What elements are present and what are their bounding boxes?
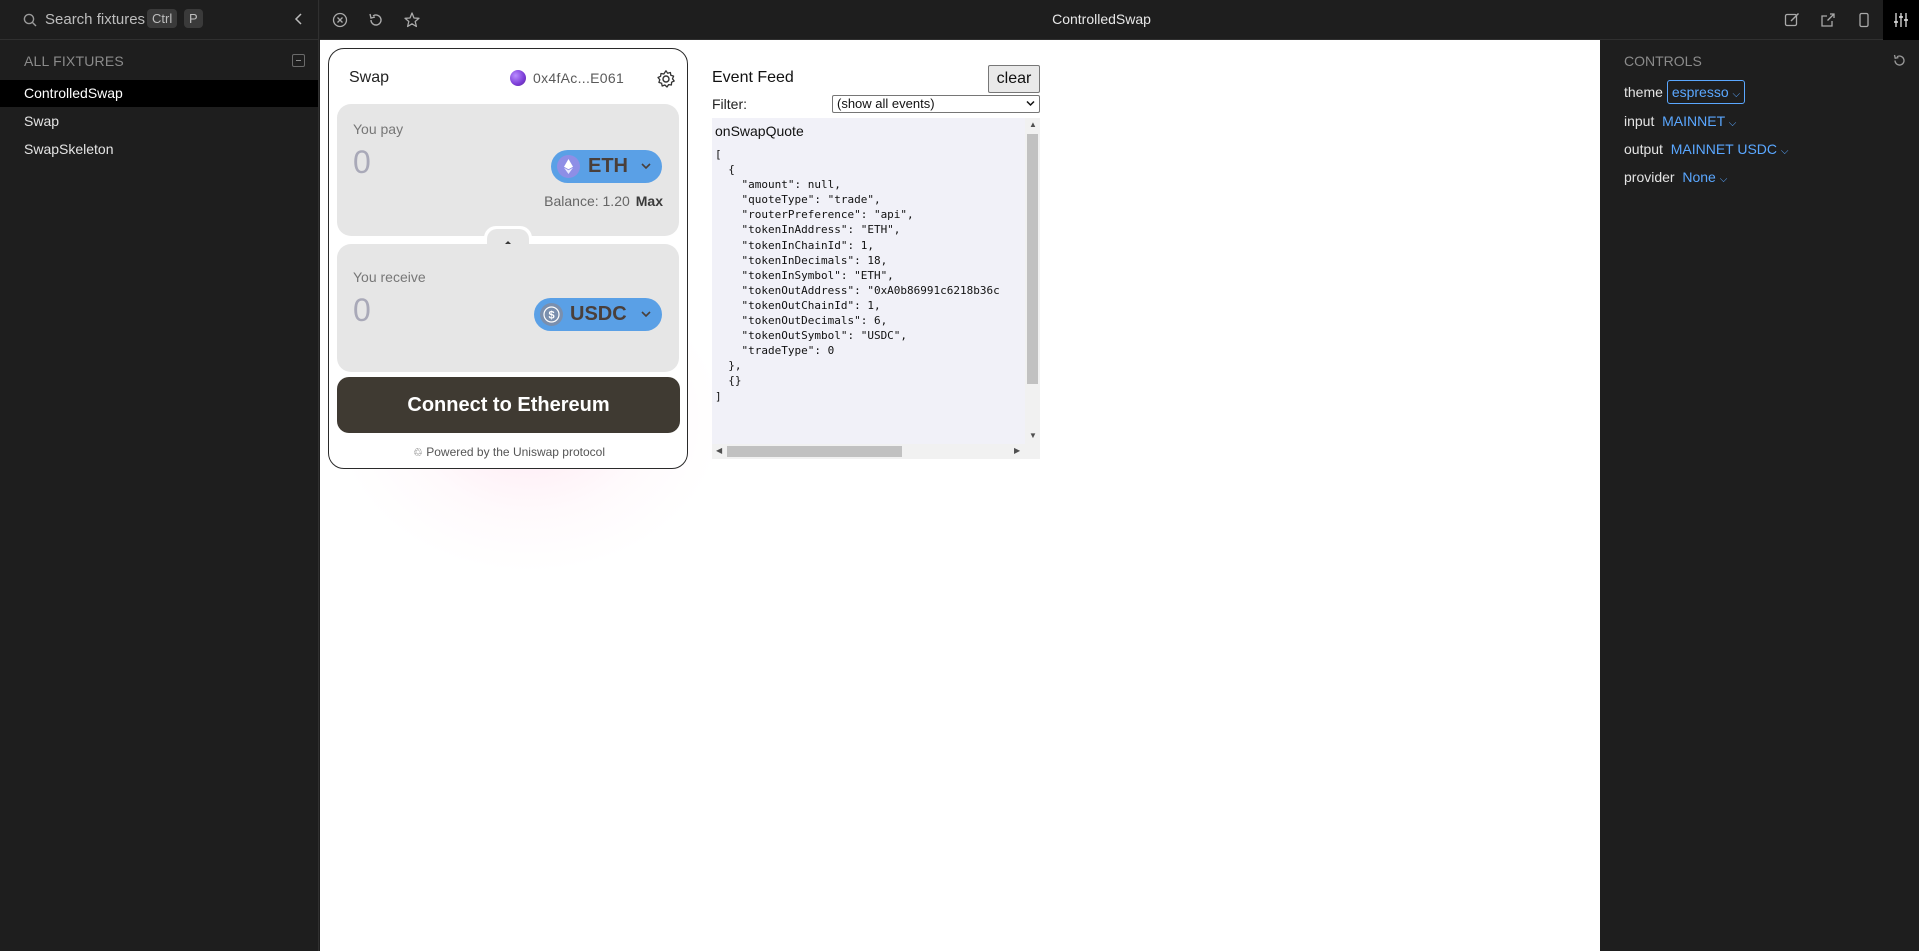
swap-title: Swap bbox=[349, 69, 390, 86]
vertical-scrollbar[interactable]: ▲ ▼ bbox=[1025, 118, 1040, 459]
wallet-avatar[interactable] bbox=[510, 70, 526, 86]
clear-events-button[interactable]: clear bbox=[988, 65, 1040, 93]
event-log[interactable]: onSwapQuote [ { "amount": null, "quoteTy… bbox=[712, 118, 1040, 459]
pay-panel: You pay 0 ETH Balance: 1.20 Max bbox=[337, 104, 679, 236]
preview-canvas: Swap 0x4fAc...E061 You pay 0 ETH Balance… bbox=[320, 40, 1600, 951]
pay-amount-input[interactable]: 0 bbox=[353, 144, 371, 181]
control-theme: theme espresso ⌵ bbox=[1624, 80, 1746, 104]
powered-by-label: Powered by the Uniswap protocol bbox=[426, 445, 605, 459]
svg-text:$: $ bbox=[548, 310, 554, 322]
control-theme-label: theme bbox=[1624, 84, 1663, 100]
shortcut-key-ctrl: Ctrl bbox=[147, 9, 178, 28]
scroll-up-icon[interactable]: ▲ bbox=[1029, 120, 1037, 129]
connect-wallet-button[interactable]: Connect to Ethereum bbox=[337, 377, 680, 433]
chevron-down-icon bbox=[641, 163, 651, 170]
filter-label: Filter: bbox=[712, 96, 747, 112]
control-theme-value: espresso bbox=[1671, 84, 1729, 100]
fixture-item-swapskeleton[interactable]: SwapSkeleton bbox=[0, 136, 318, 163]
edit-icon[interactable] bbox=[1783, 11, 1801, 29]
balance-text: Balance: 1.20 bbox=[544, 193, 630, 209]
controls-panel: CONTROLS theme espresso ⌵ input MAINNET … bbox=[1600, 40, 1919, 951]
all-fixtures-heading: ALL FIXTURES bbox=[24, 53, 124, 69]
open-external-icon[interactable] bbox=[1819, 11, 1837, 29]
receive-token-select[interactable]: $ USDC bbox=[534, 298, 662, 331]
eth-logo-icon bbox=[557, 155, 580, 178]
swap-widget: Swap 0x4fAc...E061 You pay 0 ETH Balance… bbox=[328, 48, 688, 469]
max-button[interactable]: Max bbox=[636, 193, 663, 209]
chevron-down-icon: ⌵ bbox=[1780, 146, 1789, 157]
balance-row: Balance: 1.20 Max bbox=[544, 193, 663, 209]
receive-token-symbol: USDC bbox=[570, 303, 627, 325]
control-output-value: MAINNET USDC bbox=[1670, 141, 1778, 157]
control-provider-label: provider bbox=[1624, 169, 1675, 185]
event-name: onSwapQuote bbox=[715, 123, 804, 139]
renderer-topbar: ControlledSwap bbox=[320, 0, 1919, 40]
scroll-down-icon[interactable]: ▼ bbox=[1029, 431, 1037, 440]
powered-by-text[interactable]: ♲ Powered by the Uniswap protocol bbox=[329, 445, 689, 459]
chevron-down-icon: ⌵ bbox=[1732, 89, 1741, 100]
receive-label: You receive bbox=[353, 269, 426, 285]
responsive-preview-icon[interactable] bbox=[1855, 11, 1873, 29]
uniswap-logo-icon: ♲ bbox=[413, 447, 423, 459]
chevron-down-icon bbox=[1026, 100, 1035, 107]
control-output-select[interactable]: MAINNET USDC ⌵ bbox=[1671, 141, 1789, 157]
reset-controls-icon[interactable] bbox=[1892, 53, 1907, 68]
scroll-right-icon[interactable]: ▶ bbox=[1014, 446, 1020, 455]
control-theme-select[interactable]: espresso ⌵ bbox=[1666, 80, 1746, 104]
search-placeholder[interactable]: Search fixtures bbox=[45, 11, 145, 28]
event-filter-value: (show all events) bbox=[837, 96, 935, 111]
scroll-left-icon[interactable]: ◀ bbox=[716, 446, 722, 455]
fixtures-sidebar: Search fixtures Ctrl P ALL FIXTURES Cont… bbox=[0, 0, 319, 951]
control-output: output MAINNET USDC ⌵ bbox=[1624, 141, 1789, 157]
toggle-controls-button[interactable] bbox=[1883, 0, 1919, 40]
pay-token-symbol: ETH bbox=[588, 155, 628, 177]
control-provider: provider None ⌵ bbox=[1624, 169, 1727, 185]
event-feed-title: Event Feed bbox=[712, 69, 794, 86]
vertical-scroll-thumb[interactable] bbox=[1027, 134, 1038, 384]
search-icon bbox=[23, 13, 37, 27]
control-provider-select[interactable]: None ⌵ bbox=[1682, 169, 1727, 185]
chevron-down-icon: ⌵ bbox=[1719, 174, 1728, 185]
fixture-search[interactable]: Search fixtures Ctrl P bbox=[0, 0, 319, 40]
control-output-label: output bbox=[1624, 141, 1663, 157]
fixture-item-controlledswap[interactable]: ControlledSwap bbox=[0, 80, 318, 107]
event-filter-select[interactable]: (show all events) bbox=[832, 95, 1040, 113]
sliders-icon bbox=[1894, 13, 1908, 27]
collapse-all-icon[interactable] bbox=[292, 54, 305, 67]
chevron-down-icon bbox=[641, 311, 651, 318]
horizontal-scrollbar[interactable]: ◀ ▶ bbox=[712, 444, 1040, 459]
control-input: input MAINNET ⌵ bbox=[1624, 113, 1736, 129]
event-payload: [ { "amount": null, "quoteType": "trade"… bbox=[715, 148, 1000, 403]
receive-amount-input[interactable]: 0 bbox=[353, 292, 371, 329]
control-input-label: input bbox=[1624, 113, 1655, 129]
collapse-sidebar-icon[interactable] bbox=[292, 12, 306, 26]
control-input-select[interactable]: MAINNET ⌵ bbox=[1662, 113, 1736, 129]
shortcut-key-p: P bbox=[184, 9, 203, 28]
controls-heading: CONTROLS bbox=[1624, 53, 1702, 69]
control-input-value: MAINNET bbox=[1662, 113, 1725, 129]
chevron-down-icon: ⌵ bbox=[1728, 118, 1737, 129]
usdc-logo-icon: $ bbox=[540, 303, 563, 326]
wallet-address[interactable]: 0x4fAc...E061 bbox=[533, 70, 624, 86]
fixture-item-swap[interactable]: Swap bbox=[0, 108, 318, 135]
horizontal-scroll-thumb[interactable] bbox=[727, 446, 902, 457]
control-provider-value: None bbox=[1682, 169, 1716, 185]
pay-label: You pay bbox=[353, 121, 404, 137]
receive-panel: You receive 0 $ USDC bbox=[337, 244, 679, 372]
fixture-title: ControlledSwap bbox=[1052, 11, 1151, 27]
settings-gear-icon[interactable] bbox=[656, 69, 676, 89]
pay-token-select[interactable]: ETH bbox=[551, 150, 662, 183]
